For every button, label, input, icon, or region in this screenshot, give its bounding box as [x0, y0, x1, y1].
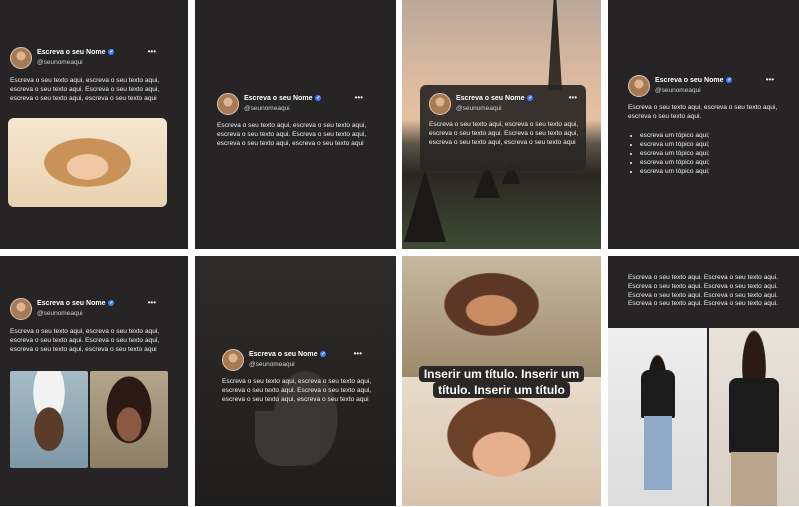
trousers-figure [731, 452, 777, 506]
post-overlay-box: Escreva o seu Nome ✓ @seunomeaqui ••• Esc… [420, 85, 586, 171]
profile-name: Escreva o seu Nome ✓ [249, 351, 327, 358]
template-card-6[interactable]: Escreva o seu Nome ✓ @seunomeaqui ••• Esc… [195, 256, 396, 506]
topic-item: escreva um tópico aqui; [640, 149, 710, 158]
title-line-1: Inserir um título. Inserir um [402, 366, 601, 382]
profile-name: Escreva o seu Nome ✓ [37, 300, 115, 307]
post-photo-left [10, 371, 88, 468]
garden-cone [404, 170, 446, 242]
profile-handle: @seunomeaqui [37, 310, 83, 317]
profile-header: Escreva o seu Nome ✓ @seunomeaqui ••• [10, 298, 156, 322]
verified-icon: ✓ [108, 49, 115, 56]
profile-handle: @seunomeaqui [655, 87, 701, 94]
more-icon[interactable]: ••• [148, 298, 156, 307]
post-text: Escreva o seu texto aqui, escreva o seu … [10, 77, 160, 102]
verified-icon: ✓ [315, 95, 322, 102]
topic-item: escreva um tópico aqui; [640, 167, 710, 176]
topic-list: escreva um tópico aqui; escreva um tópic… [630, 131, 710, 176]
photo-fashion-right [709, 328, 799, 506]
post-text: Escreva o seu texto aqui, escreva o seu … [628, 104, 778, 120]
profile-handle: @seunomeaqui [37, 59, 83, 66]
profile-header: Escreva o seu Nome ✓ @seunomeaqui ••• [628, 75, 774, 99]
title-line-2: título. Inserir um título [402, 382, 601, 398]
avatar [429, 93, 451, 115]
topic-item: escreva um tópico aqui; [640, 131, 710, 140]
profile-name: Escreva o seu Nome ✓ [655, 77, 733, 84]
post-text: Escreva o seu texto aqui, escreva o seu … [10, 328, 160, 353]
profile-name: Escreva o seu Nome ✓ [37, 49, 115, 56]
post-photo [8, 118, 167, 207]
post-photo-right [90, 371, 168, 468]
post-text: Escreva o seu texto aqui, escreva o seu … [217, 122, 367, 147]
profile-handle: @seunomeaqui [244, 105, 290, 112]
profile-header: Escreva o seu Nome ✓ @seunomeaqui ••• [10, 47, 156, 71]
template-card-1[interactable]: Escreva o seu Nome ✓ @seunomeaqui ••• Esc… [0, 0, 188, 249]
jacket-figure [641, 370, 675, 418]
template-card-2[interactable]: Escreva o seu Nome ✓ @seunomeaqui ••• Esc… [195, 0, 396, 249]
avatar [222, 349, 244, 371]
profile-handle: @seunomeaqui [456, 105, 502, 112]
verified-icon: ✓ [726, 77, 733, 84]
verified-icon: ✓ [320, 351, 327, 358]
template-card-7[interactable]: Inserir um título. Inserir um título. In… [402, 256, 601, 506]
eiffel-tower-image [548, 0, 562, 90]
template-card-5[interactable]: Escreva o seu Nome ✓ @seunomeaqui ••• Esc… [0, 256, 188, 506]
profile-header: Escreva o seu Nome ✓ @seunomeaqui ••• [217, 93, 363, 117]
jacket-figure [729, 378, 779, 453]
more-icon[interactable]: ••• [766, 75, 774, 84]
more-icon[interactable]: ••• [354, 349, 362, 358]
profile-name: Escreva o seu Nome ✓ [456, 95, 534, 102]
profile-name: Escreva o seu Nome ✓ [244, 95, 322, 102]
profile-header: Escreva o seu Nome ✓ @seunomeaqui ••• [429, 93, 577, 117]
profile-header: Escreva o seu Nome ✓ @seunomeaqui ••• [222, 349, 362, 373]
avatar [10, 298, 32, 320]
template-card-4[interactable]: Escreva o seu Nome ✓ @seunomeaqui ••• Esc… [608, 0, 799, 249]
post-text: Escreva o seu texto aqui, escreva o seu … [429, 121, 579, 146]
jeans-figure [644, 416, 672, 490]
photo-woman-coffee [402, 256, 601, 377]
coffee-cup-image [255, 411, 320, 466]
avatar [628, 75, 650, 97]
topic-item: escreva um tópico aqui; [640, 158, 710, 167]
topic-item: escreva um tópico aqui; [640, 140, 710, 149]
verified-icon: ✓ [527, 95, 534, 102]
template-card-8[interactable]: Escreva o seu texto aqui. Escreva o seu … [608, 256, 799, 506]
profile-handle: @seunomeaqui [249, 361, 295, 368]
more-icon[interactable]: ••• [355, 93, 363, 102]
avatar [10, 47, 32, 69]
avatar [217, 93, 239, 115]
more-icon[interactable]: ••• [148, 47, 156, 56]
photo-fashion-left [608, 328, 707, 506]
verified-icon: ✓ [108, 300, 115, 307]
template-card-3[interactable]: Escreva o seu Nome ✓ @seunomeaqui ••• Esc… [402, 0, 601, 249]
post-text: Escreva o seu texto aqui, escreva o seu … [222, 378, 372, 403]
more-icon[interactable]: ••• [569, 93, 577, 102]
post-text: Escreva o seu texto aqui. Escreva o seu … [628, 274, 778, 308]
